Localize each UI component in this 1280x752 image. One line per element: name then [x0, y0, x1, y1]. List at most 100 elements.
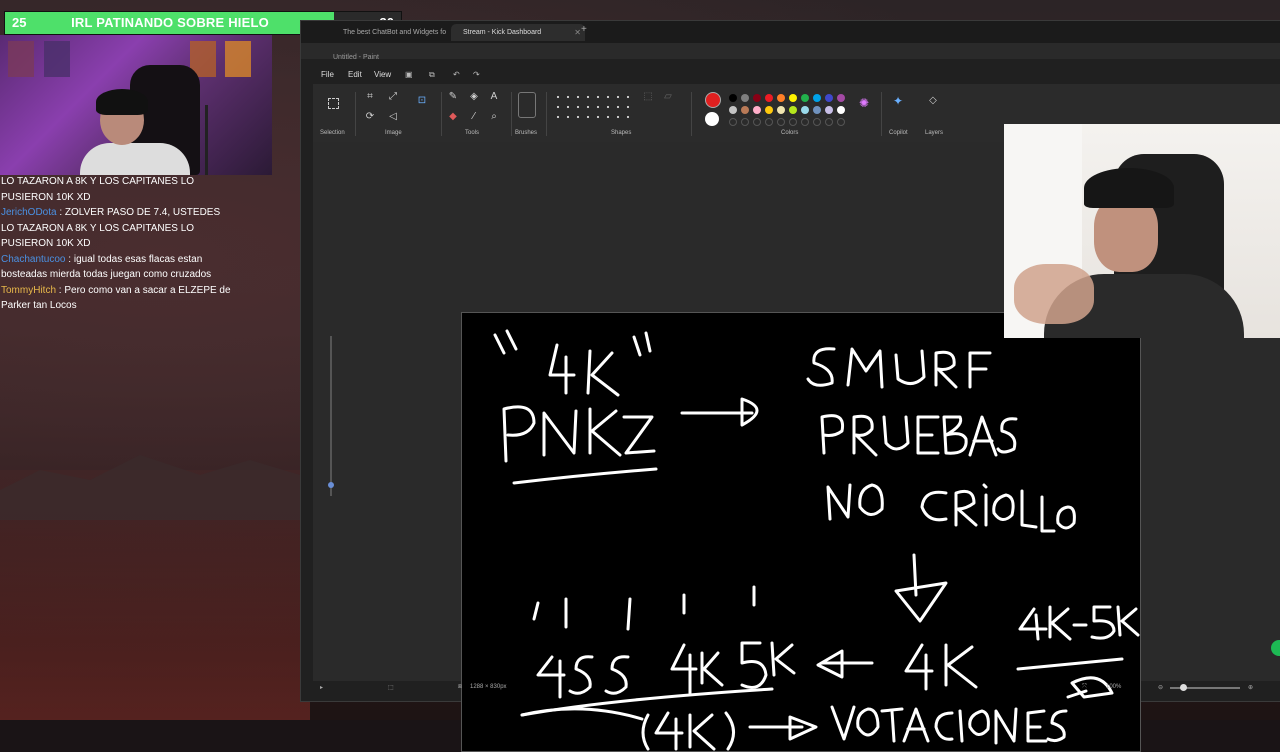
save-icon[interactable]: ▣ — [405, 70, 413, 79]
palette-swatch[interactable] — [837, 94, 845, 102]
custom-color-slot[interactable] — [765, 118, 773, 126]
vertical-zoom-slider[interactable] — [328, 322, 334, 500]
layers-icon[interactable]: ◇ — [928, 96, 938, 106]
color-wheel-icon[interactable]: ✺ — [859, 97, 869, 109]
undo-icon[interactable]: ↶ — [453, 70, 460, 79]
palette-swatch[interactable] — [729, 94, 737, 102]
palette-swatch[interactable] — [741, 94, 749, 102]
new-tab-button[interactable]: + — [581, 24, 587, 35]
ribbon-separator — [881, 92, 882, 136]
group-colors-label: Colors — [781, 130, 799, 136]
chat-username[interactable]: TommyHitch — [1, 285, 56, 296]
palette-swatch[interactable] — [837, 106, 845, 114]
custom-color-slot[interactable] — [837, 118, 845, 126]
drawn-word-votaciones — [830, 705, 1068, 745]
zoom-level[interactable]: 100% — [1106, 684, 1121, 690]
zoom-in-icon[interactable]: ⊕ — [1248, 684, 1253, 691]
select-rectangle-icon[interactable] — [328, 98, 339, 109]
canvas-size: 1288 × 830px — [470, 684, 507, 690]
ribbon-separator — [441, 92, 442, 136]
group-image-label: Image — [385, 130, 402, 136]
custom-color-slot[interactable] — [741, 118, 749, 126]
group-copilot-label: Copilot — [889, 130, 908, 136]
paint-statusbar: ▸ ⬚ ⧈ 1288 × 830px ⤧ 100% ⊖ ⊕ — [312, 680, 1272, 696]
shape-fill-icon[interactable]: ▱ — [663, 92, 673, 102]
chat-text: LO TAZARON A 8K Y LOS CAPITANES LO — [1, 222, 195, 234]
menu-edit[interactable]: Edit — [348, 70, 362, 79]
pencil-icon[interactable]: ✎ — [448, 92, 458, 102]
fill-icon[interactable]: ◈ — [469, 92, 479, 102]
chat-message: LO TAZARON A 8K Y LOS CAPITANES LO — [0, 174, 300, 190]
brush-icon[interactable] — [518, 92, 536, 118]
browser-window: The best ChatBot and Widgets fo ✕ Stream… — [300, 20, 1280, 752]
ribbon-separator — [691, 92, 692, 136]
palette-swatch[interactable] — [741, 106, 749, 114]
crop-icon[interactable]: ⌗ — [365, 92, 375, 102]
palette-swatch[interactable] — [813, 106, 821, 114]
palette-swatch[interactable] — [801, 94, 809, 102]
magnifier-icon[interactable]: ⌕ — [489, 112, 499, 122]
chat-message: Parker tan Locos — [0, 298, 300, 314]
palette-swatch[interactable] — [753, 94, 761, 102]
custom-color-slot[interactable] — [729, 118, 737, 126]
chat-text: igual todas esas flacas estan — [73, 253, 203, 265]
palette-swatch[interactable] — [753, 106, 761, 114]
text-icon[interactable]: A — [489, 92, 499, 102]
person-hand — [1014, 264, 1094, 324]
primary-color-swatch[interactable] — [705, 92, 721, 108]
resize-icon[interactable]: ⤢ — [388, 92, 398, 102]
drawn-word-no-criollo — [826, 483, 1076, 533]
chat-message: PUSIERON 10K XD — [0, 190, 300, 206]
custom-color-slot[interactable] — [789, 118, 797, 126]
custom-color-slot[interactable] — [753, 118, 761, 126]
outline-icon[interactable]: ⬚ — [643, 92, 653, 102]
palette-swatch[interactable] — [825, 94, 833, 102]
chat-message: LO TAZARON A 8K Y LOS CAPITANES LO — [0, 221, 300, 237]
paint-window-title: Untitled - Paint — [333, 54, 379, 61]
palette-swatch[interactable] — [789, 94, 797, 102]
palette-swatch[interactable] — [765, 106, 773, 114]
secondary-color-swatch[interactable] — [705, 112, 719, 126]
custom-color-slot[interactable] — [801, 118, 809, 126]
rotate-icon[interactable]: ⟳ — [365, 112, 375, 122]
shapes-gallery[interactable] — [553, 92, 633, 124]
menu-file[interactable]: File — [321, 70, 334, 79]
custom-color-slot[interactable] — [825, 118, 833, 126]
wall-poster — [225, 41, 251, 77]
custom-color-slot[interactable] — [813, 118, 821, 126]
custom-color-slot[interactable] — [777, 118, 785, 126]
image-search-icon[interactable]: ⊡ — [417, 96, 427, 106]
share-icon[interactable]: ⧉ — [429, 70, 435, 80]
tab-chatbot[interactable]: The best ChatBot and Widgets fo ✕ — [331, 24, 463, 41]
palette-swatch[interactable] — [789, 106, 797, 114]
fit-window-icon[interactable]: ⤧ — [1082, 684, 1087, 691]
copilot-icon[interactable]: ✦ — [893, 95, 903, 107]
zoom-out-icon[interactable]: ⊖ — [1158, 684, 1163, 691]
slider-thumb[interactable] — [328, 482, 334, 488]
canvas-size-icon: ⧈ — [458, 684, 462, 690]
ribbon-separator — [355, 92, 356, 136]
wall-poster — [44, 41, 70, 77]
chat-username[interactable]: JerichODota — [1, 207, 57, 218]
drawn-word-pnkz — [502, 405, 658, 485]
drawn-word-4k-parens — [641, 711, 735, 751]
color-picker-icon[interactable]: ⁄ — [469, 112, 479, 122]
menu-view[interactable]: View — [374, 70, 391, 79]
palette-swatch[interactable] — [801, 106, 809, 114]
palette-swatch[interactable] — [729, 106, 737, 114]
close-icon[interactable]: ✕ — [574, 24, 581, 41]
eraser-icon[interactable]: ◆ — [448, 112, 458, 122]
drawn-word-4k-quoted — [493, 329, 652, 397]
tab-kick-dashboard[interactable]: Stream - Kick Dashboard ✕ — [451, 24, 585, 41]
chat-username[interactable]: Chachantucoo — [1, 254, 66, 265]
zoom-slider-thumb[interactable] — [1180, 684, 1187, 691]
palette-swatch[interactable] — [765, 94, 773, 102]
redo-icon[interactable]: ↷ — [473, 70, 480, 79]
status-indicator — [1271, 640, 1280, 656]
palette-swatch[interactable] — [813, 94, 821, 102]
person-hair — [96, 89, 148, 115]
palette-swatch[interactable] — [777, 94, 785, 102]
flip-icon[interactable]: ◁ — [388, 112, 398, 122]
palette-swatch[interactable] — [777, 106, 785, 114]
palette-swatch[interactable] — [825, 106, 833, 114]
